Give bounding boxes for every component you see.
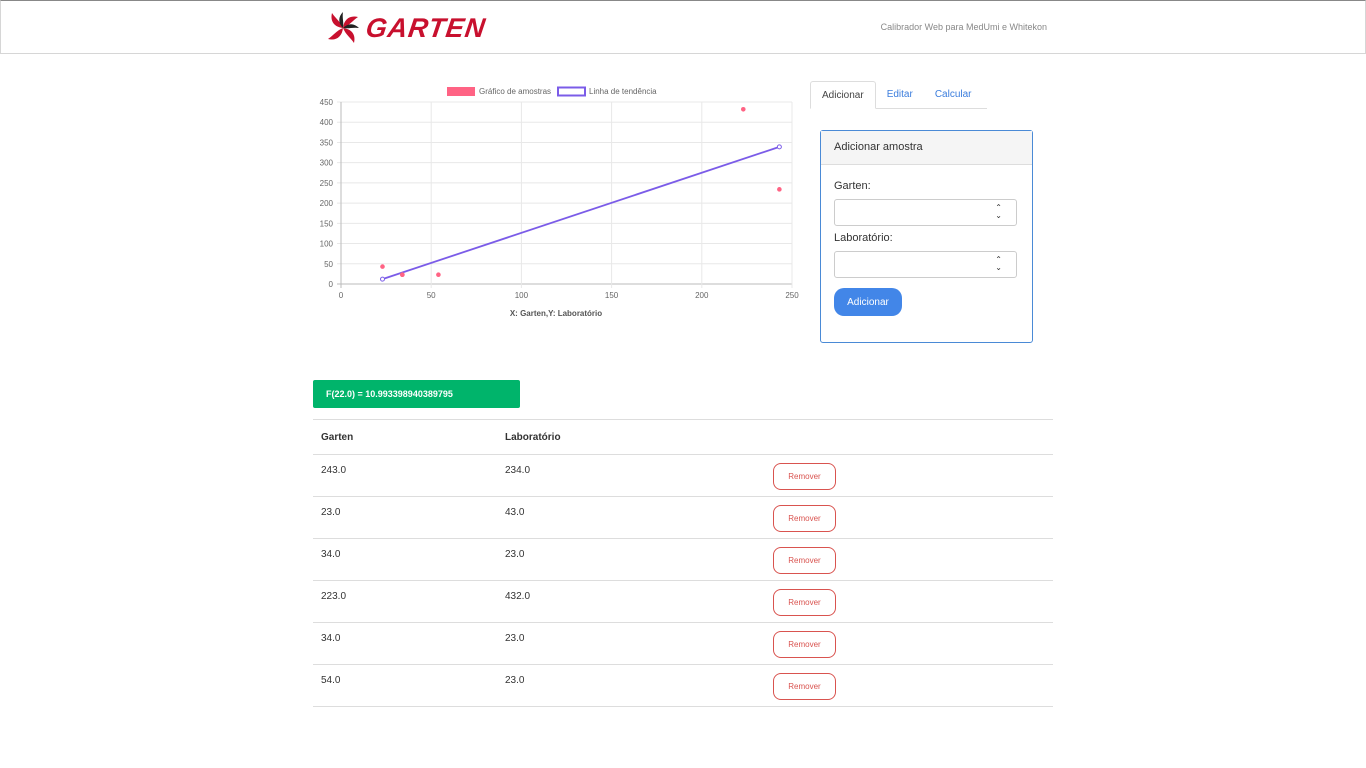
cell-actions: Remover xyxy=(765,496,1053,539)
y-tick-label: 450 xyxy=(320,98,334,107)
y-tick-label: 300 xyxy=(320,159,334,168)
sample-point xyxy=(380,264,385,269)
app-subtitle: Calibrador Web para MedUmi e Whitekon xyxy=(880,22,1047,32)
sample-point xyxy=(740,106,746,112)
samples-table: Garten Laboratório 243.0 234.0 Remover 23.0… xyxy=(313,419,1053,707)
stepper-icon[interactable]: ⌃ ⌄ xyxy=(995,256,1002,272)
table-header-row: Garten Laboratório xyxy=(313,419,1053,455)
lab-input[interactable]: ⌃ ⌄ xyxy=(834,251,1017,278)
swirl-logo-icon xyxy=(328,12,359,43)
cell-lab: 23.0 xyxy=(497,538,765,581)
tab-bar: Adicionar Editar Calcular xyxy=(810,81,987,109)
table-row: 54.0 23.0 Remover xyxy=(313,664,1053,707)
y-tick-label: 350 xyxy=(320,138,334,147)
x-tick-label: 200 xyxy=(695,291,709,300)
y-tick-label: 250 xyxy=(320,179,334,188)
brand-name: GARTEN xyxy=(363,12,488,43)
sample-point xyxy=(436,272,441,277)
table-row: 23.0 43.0 Remover xyxy=(313,496,1053,539)
y-tick-label: 50 xyxy=(324,260,333,269)
remove-button[interactable]: Remover xyxy=(773,463,836,490)
add-sample-panel: Adicionar amostra Garten: ⌃ ⌄ Laboratório… xyxy=(820,130,1033,343)
x-tick-label: 250 xyxy=(785,291,799,300)
col-header-lab: Laboratório xyxy=(497,419,765,455)
table-row: 34.0 23.0 Remover xyxy=(313,538,1053,581)
col-header-actions xyxy=(765,419,1053,455)
cell-lab: 23.0 xyxy=(497,664,765,707)
cell-actions: Remover xyxy=(765,454,1053,497)
lab-label: Laboratório: xyxy=(834,232,893,244)
add-button[interactable]: Adicionar xyxy=(834,288,902,316)
chart-svg: 0 50 100 150 200 250 300 350 400 450 0 50 100 150 200 2… xyxy=(320,86,799,318)
table-row: 34.0 23.0 Remover xyxy=(313,622,1053,665)
table-row: 243.0 234.0 Remover xyxy=(313,454,1053,497)
x-tick-label: 0 xyxy=(339,291,344,300)
col-header-garten: Garten xyxy=(313,419,497,455)
x-tick-label: 150 xyxy=(605,291,619,300)
legend-label-samples: Gráfico de amostras xyxy=(479,87,551,96)
cell-actions: Remover xyxy=(765,580,1053,623)
garten-label: Garten: xyxy=(834,180,871,192)
remove-button[interactable]: Remover xyxy=(773,631,836,658)
legend-label-trend: Linha de tendência xyxy=(589,87,657,96)
trend-line xyxy=(382,146,780,281)
y-tick-label: 150 xyxy=(320,219,334,228)
legend-swatch-trend xyxy=(557,86,586,97)
stepper-icon[interactable]: ⌃ ⌄ xyxy=(995,204,1002,220)
cell-garten: 223.0 xyxy=(313,580,497,623)
y-tick-label: 100 xyxy=(320,240,334,249)
navbar: GARTEN Calibrador Web para MedUmi e Whit… xyxy=(0,0,1366,54)
sample-point xyxy=(400,272,405,277)
brand-logo[interactable]: GARTEN xyxy=(324,8,488,48)
y-tick-label: 400 xyxy=(320,118,334,127)
cell-lab: 43.0 xyxy=(497,496,765,539)
cell-garten: 54.0 xyxy=(313,664,497,707)
remove-button[interactable]: Remover xyxy=(773,589,836,616)
cell-actions: Remover xyxy=(765,622,1053,665)
panel-title: Adicionar amostra xyxy=(821,131,1032,165)
cell-actions: Remover xyxy=(765,664,1053,707)
y-tick-label: 200 xyxy=(320,199,334,208)
cell-lab: 23.0 xyxy=(497,622,765,665)
tab-calcular[interactable]: Calcular xyxy=(924,81,983,108)
x-axis-title: X: Garten,Y: Laboratório xyxy=(510,309,602,318)
calibration-chart: 0 50 100 150 200 250 300 350 400 450 0 50 100 150 200 2… xyxy=(313,80,803,325)
table-row: 223.0 432.0 Remover xyxy=(313,580,1053,623)
cell-garten: 34.0 xyxy=(313,622,497,665)
tab-adicionar[interactable]: Adicionar xyxy=(810,81,876,109)
cell-actions: Remover xyxy=(765,538,1053,581)
cell-lab: 432.0 xyxy=(497,580,765,623)
remove-button[interactable]: Remover xyxy=(773,547,836,574)
trend-point xyxy=(776,144,782,150)
cell-garten: 34.0 xyxy=(313,538,497,581)
garten-input[interactable]: ⌃ ⌄ xyxy=(834,199,1017,226)
x-tick-label: 50 xyxy=(427,291,436,300)
cell-garten: 243.0 xyxy=(313,454,497,497)
legend-swatch-samples xyxy=(447,87,475,96)
cell-garten: 23.0 xyxy=(313,496,497,539)
y-tick-label: 0 xyxy=(329,280,334,289)
sample-point xyxy=(777,187,782,192)
cell-lab: 234.0 xyxy=(497,454,765,497)
result-badge: F(22.0) = 10.993398940389795 xyxy=(313,380,520,408)
remove-button[interactable]: Remover xyxy=(773,505,836,532)
x-tick-label: 100 xyxy=(515,291,529,300)
remove-button[interactable]: Remover xyxy=(773,673,836,700)
tab-editar[interactable]: Editar xyxy=(876,81,924,108)
trend-point xyxy=(379,276,385,282)
